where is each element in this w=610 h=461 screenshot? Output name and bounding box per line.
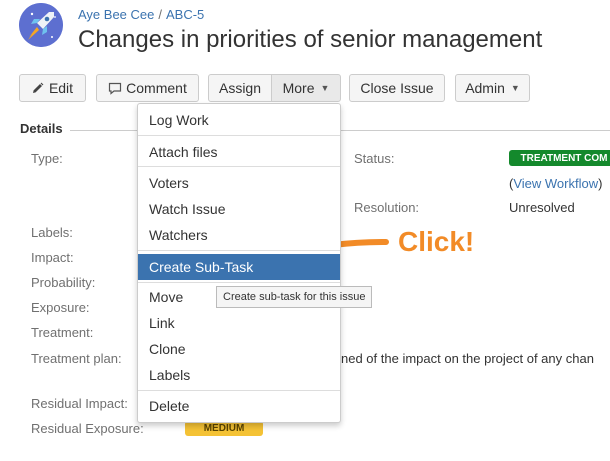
menu-item-log-work[interactable]: Log Work	[138, 109, 340, 131]
edit-button[interactable]: Edit	[19, 74, 86, 102]
issue-title: Changes in priorities of senior manageme…	[78, 26, 543, 53]
menu-item-clone[interactable]: Clone	[138, 338, 340, 360]
more-button-label: More	[282, 80, 315, 96]
menu-divider	[138, 282, 340, 283]
menu-divider	[138, 390, 340, 391]
menu-item-create-sub-task[interactable]: Create Sub-Task	[138, 254, 340, 280]
exposure-label: Exposure:	[31, 300, 90, 315]
menu-item-watchers[interactable]: Watchers	[138, 224, 340, 246]
comment-button-label: Comment	[126, 80, 187, 96]
chevron-down-icon: ▼	[510, 83, 520, 93]
rocket-icon	[19, 3, 63, 47]
assign-button-label: Assign	[218, 80, 262, 96]
view-workflow-close-paren: )	[598, 176, 603, 191]
labels-label: Labels:	[31, 225, 73, 240]
menu-divider	[138, 250, 340, 251]
resolution-value: Unresolved	[509, 200, 575, 215]
close-issue-button-label: Close Issue	[360, 80, 434, 96]
menu-item-watch-issue[interactable]: Watch Issue	[138, 198, 340, 220]
more-button[interactable]: More ▼	[271, 74, 341, 102]
comment-button[interactable]: Comment	[96, 74, 199, 102]
click-annotation: Click!	[398, 226, 475, 257]
edit-button-label: Edit	[48, 80, 74, 96]
residual-exposure-label: Residual Exposure:	[31, 421, 144, 436]
project-avatar[interactable]	[19, 3, 63, 47]
menu-item-voters[interactable]: Voters	[138, 172, 340, 194]
menu-item-labels[interactable]: Labels	[138, 364, 340, 386]
residual-impact-label: Residual Impact:	[31, 396, 128, 411]
impact-label: Impact:	[31, 250, 74, 265]
breadcrumb: Aye Bee Cee / ABC-5	[78, 7, 204, 22]
tooltip: Create sub-task for this issue	[216, 286, 373, 308]
more-dropdown-menu: Log Work Attach files Voters Watch Issue…	[137, 103, 341, 423]
residual-exposure-badge: MEDIUM	[185, 421, 263, 436]
details-heading: Details	[20, 121, 63, 136]
close-issue-button[interactable]: Close Issue	[349, 74, 445, 102]
treatment-plan-label: Treatment plan:	[31, 351, 122, 366]
admin-button-label: Admin	[465, 80, 505, 96]
pencil-icon	[32, 82, 44, 93]
admin-button[interactable]: Admin ▼	[455, 74, 530, 102]
breadcrumb-issue-key[interactable]: ABC-5	[166, 7, 204, 22]
breadcrumb-separator: /	[158, 7, 162, 22]
type-label: Type:	[31, 151, 63, 166]
menu-item-delete[interactable]: Delete	[138, 395, 340, 417]
menu-item-attach-files[interactable]: Attach files	[138, 141, 340, 163]
probability-label: Probability:	[31, 275, 96, 290]
menu-divider	[138, 166, 340, 167]
view-workflow: (View Workflow)	[509, 176, 602, 191]
chevron-down-icon: ▼	[320, 83, 330, 93]
comment-icon	[109, 82, 122, 95]
status-badge: TREATMENT COM	[509, 150, 610, 166]
menu-item-link[interactable]: Link	[138, 312, 340, 334]
assign-button[interactable]: Assign	[208, 74, 272, 102]
treatment-label: Treatment:	[31, 325, 94, 340]
status-label: Status:	[354, 151, 395, 166]
breadcrumb-project-link[interactable]: Aye Bee Cee	[78, 7, 154, 22]
view-workflow-link[interactable]: View Workflow	[513, 176, 598, 191]
treatment-plan-value: ned of the impact on the project of any …	[341, 351, 594, 366]
menu-divider	[138, 135, 340, 136]
resolution-label: Resolution:	[354, 200, 420, 215]
